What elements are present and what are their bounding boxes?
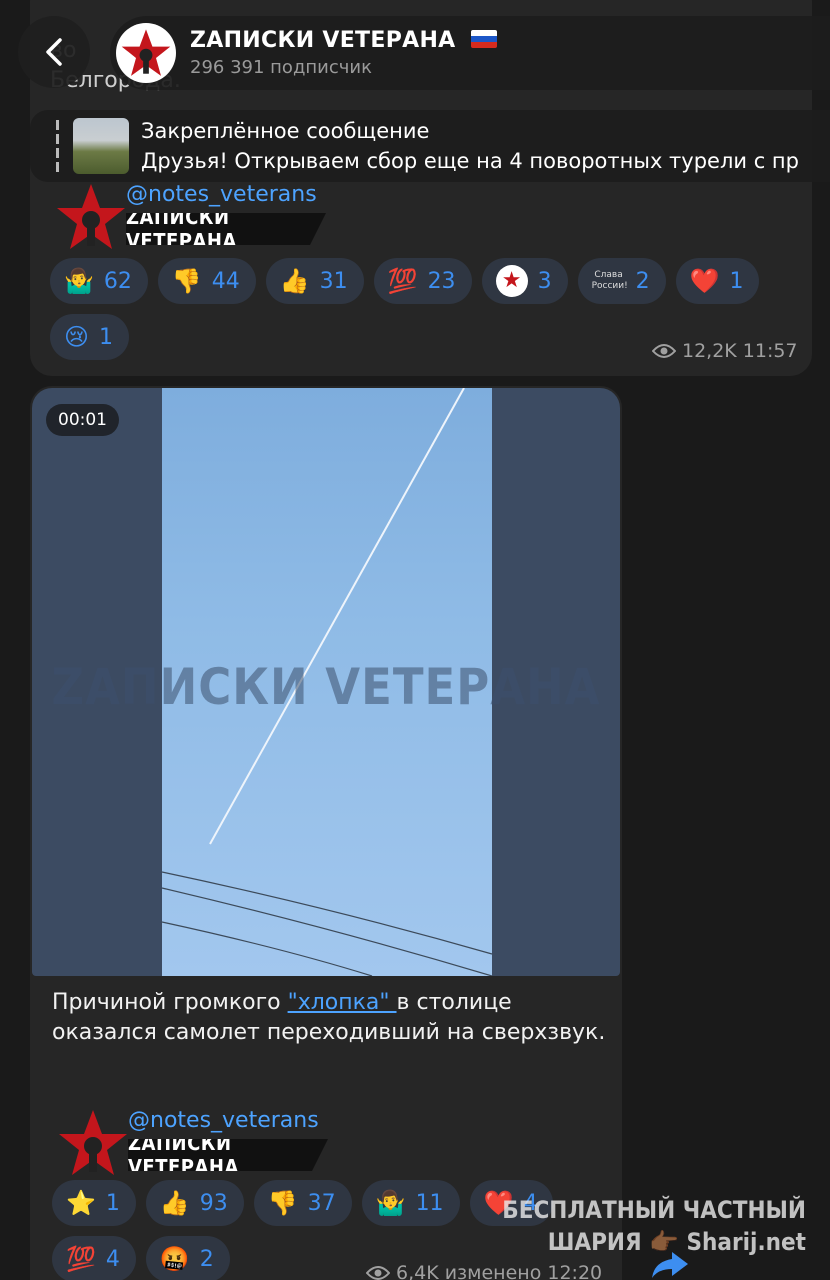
reaction-count: 1 [105,1190,120,1216]
reaction-count: 4 [105,1246,120,1272]
russia-flag-icon [471,30,498,48]
slava-rossii-sticker-icon: Слава России! [591,270,628,291]
angry-cursing-icon: 🤬 [159,1245,190,1273]
reaction-shrug[interactable]: 🤷‍♂️ 62 [50,258,148,304]
reaction-count: 3 [537,268,552,294]
reaction-count: 37 [307,1190,336,1216]
reaction-count: 2 [635,268,650,294]
subscriber-count: 296 391 подписчик [190,57,372,78]
reaction-star-struck[interactable]: ⭐ 1 [52,1180,136,1226]
channel-handle-link[interactable]: @notes_veterans [128,1108,328,1133]
eye-icon [652,344,676,358]
reaction-angry-cursing[interactable]: 🤬 2 [145,1236,230,1280]
overlay-watermark: БЕСПЛАТНЫЙ ЧАСТНЫЙ ШАРИЯ 👉🏾 Sharij.net [502,1196,806,1256]
shrug-icon: 🤷‍♂️ [375,1189,406,1217]
channel-header[interactable]: ZАПИСКИ VЕТЕРАНА 296 391 подписчик [110,16,830,90]
reaction-count: 62 [103,268,132,294]
thumbs-down-icon: 👎 [267,1189,298,1217]
reaction-crying[interactable]: 😢 1 [50,314,130,360]
reaction-thumbs-down[interactable]: 👎 37 [253,1180,352,1226]
red-star-logo-icon [59,1110,127,1175]
view-count: 12,2K [682,340,737,362]
channel-banner: ZАПИСКИ VЕТЕРАНА [128,1139,328,1171]
shrug-icon: 🤷‍♂️ [64,267,94,295]
video-player[interactable]: ZАПИСКИ VЕТЕРАНА 00:01 [32,388,620,976]
reaction-thumbs-up[interactable]: 👍 31 [265,258,364,304]
reaction-count: 2 [199,1246,214,1272]
red-star-logo-icon [57,184,125,249]
view-count: 6,4K [396,1262,439,1280]
reaction-count: 44 [211,268,240,294]
message-bubble-2: ZАПИСКИ VЕТЕРАНА 00:01 Причиной громкого… [30,386,622,1280]
reaction-count: 1 [99,324,114,350]
red-star-logo-icon [121,29,171,76]
reaction-count: 1 [729,268,744,294]
pinned-title: Закреплённое сообщение [141,119,430,143]
crying-icon: 😢 [64,323,90,351]
eye-icon [366,1266,390,1280]
video-watermark: ZАПИСКИ VЕТЕРАНА [51,658,601,716]
reaction-count: 93 [199,1190,228,1216]
message-time: 11:57 [742,340,798,362]
pinned-text: Друзья! Открываем сбор еще на 4 поворотн… [141,149,799,173]
heart-icon: ❤️ [689,267,720,295]
reaction-channel-logo[interactable]: ★ 3 [481,258,568,304]
hundred-icon: 💯 [387,267,418,295]
message-meta: 6,4K изменено 12:20 [366,1262,602,1280]
pinned-indicator [56,120,59,172]
channel-signature[interactable]: @notes_veterans ZАПИСКИ VЕТЕРАНА [56,182,326,252]
reaction-thumbs-down[interactable]: 👎 44 [157,258,256,304]
reaction-count: 23 [427,268,456,294]
hundred-icon: 💯 [66,1245,96,1273]
message-caption: Причиной громкого "хлопка" в столице ока… [52,990,606,1045]
reaction-hundred[interactable]: 💯 4 [52,1236,136,1280]
channel-banner: ZАПИСКИ VЕТЕРАНА [126,213,326,245]
hlopka-link[interactable]: "хлопка" [288,990,397,1015]
star-struck-icon: ⭐ [66,1189,96,1217]
reaction-count: 31 [319,268,348,294]
reaction-slava-rossii-sticker[interactable]: Слава России! 2 [577,258,666,304]
back-button[interactable] [18,16,90,88]
message-meta: 12,2K 11:57 [652,340,798,362]
channel-signature[interactable]: @notes_veterans ZАПИСКИ VЕТЕРАНА [58,1108,328,1178]
channel-title: ZАПИСКИ VЕТЕРАНА [190,28,498,53]
reaction-count: 11 [415,1190,444,1216]
reaction-hundred[interactable]: 💯 23 [373,258,472,304]
reaction-heart[interactable]: ❤️ 1 [675,258,760,304]
video-timer: 00:01 [46,404,119,436]
channel-avatar[interactable] [116,23,176,83]
reaction-thumbs-up[interactable]: 👍 93 [145,1180,244,1226]
thumbs-up-icon: 👍 [279,267,310,295]
pinned-message-bar[interactable]: Закреплённое сообщение Друзья! Открываем… [30,110,830,182]
channel-logo-icon: ★ [495,265,528,297]
edited-time: изменено 12:20 [444,1262,603,1280]
chevron-left-icon [46,38,62,66]
reaction-shrug[interactable]: 🤷‍♂️ 11 [361,1180,460,1226]
channel-handle-link[interactable]: @notes_veterans [126,182,326,207]
pinned-thumbnail [73,118,129,174]
thumbs-down-icon: 👎 [171,267,202,295]
thumbs-up-icon: 👍 [159,1189,190,1217]
